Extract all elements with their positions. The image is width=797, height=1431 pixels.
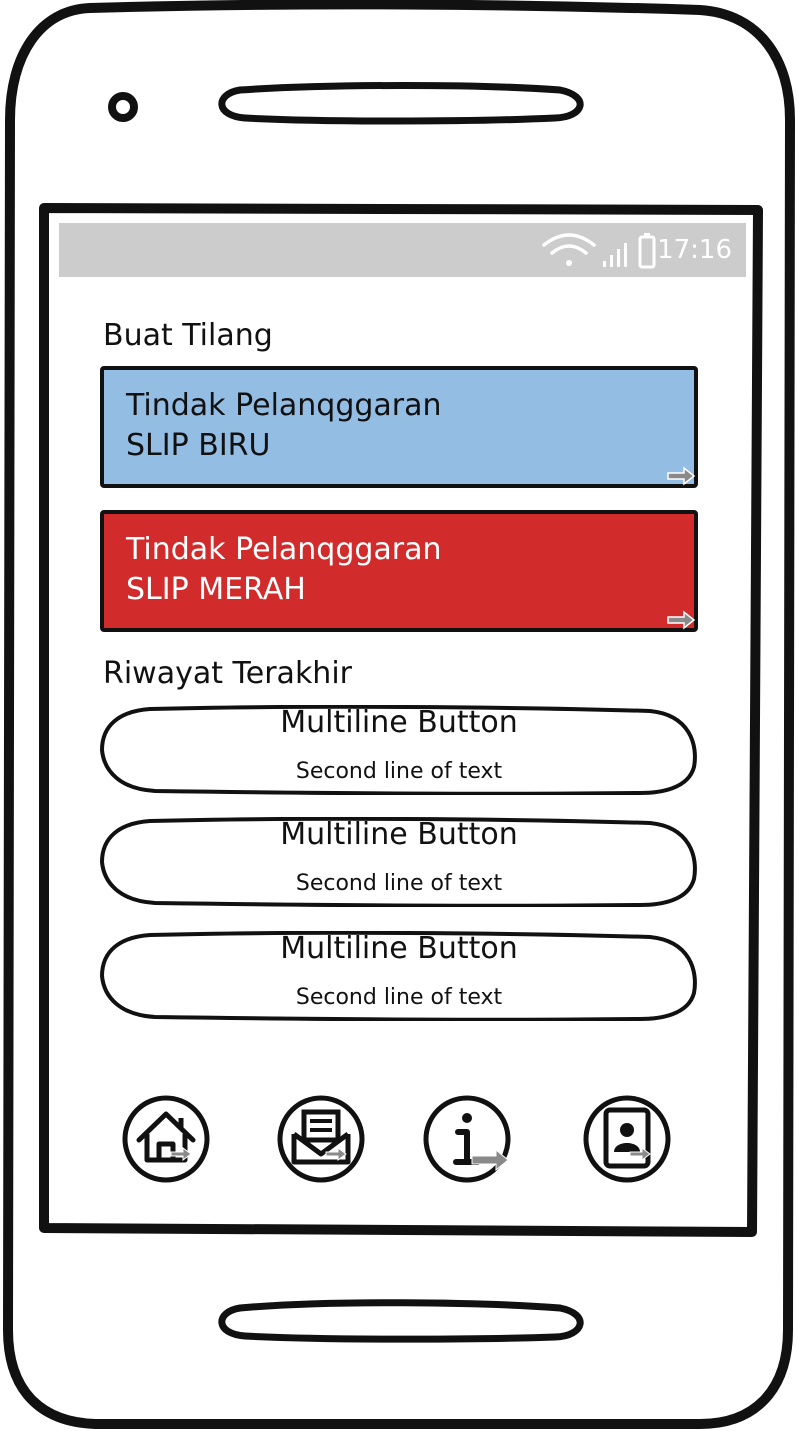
home-icon [122,1095,210,1183]
slip-red-card[interactable]: Tindak Pelanqggaran SLIP MERAH [100,510,698,632]
slip-red-line2: SLIP MERAH [126,572,306,607]
wifi-icon [542,233,596,266]
nav-contact-button[interactable] [582,1094,672,1184]
link-arrow-icon [667,466,696,486]
history-button-sublabel: Second line of text [295,985,503,1010]
contact-icon [583,1095,671,1183]
battery-icon [638,233,656,269]
history-button-label: Multiline Button [280,817,518,852]
recent-history-title: Riwayat Terakhir [103,656,352,691]
history-button[interactable]: Multiline Button Second line of text [100,931,698,1021]
signal-icon [603,243,627,267]
status-time: 17:16 [657,235,732,265]
slip-red-line1: Tindak Pelanqggaran [126,532,442,567]
history-button-sublabel: Second line of text [295,871,503,896]
history-button-label: Multiline Button [280,931,518,966]
info-icon [423,1095,511,1183]
nav-info-button[interactable] [422,1094,512,1184]
history-button[interactable]: Multiline Button Second line of text [100,705,698,795]
slip-blue-line2: SLIP BIRU [126,428,271,463]
history-button-sublabel: Second line of text [295,759,503,784]
create-ticket-title: Buat Tilang [103,318,273,353]
status-bar: 17:16 [59,223,746,277]
history-button-label: Multiline Button [280,705,518,740]
slip-blue-card[interactable]: Tindak Pelanqggaran SLIP BIRU [100,366,698,488]
link-arrow-icon [667,610,696,630]
history-button[interactable]: Multiline Button Second line of text [100,817,698,907]
slip-blue-line1: Tindak Pelanqggaran [126,388,442,423]
mail-icon [277,1095,365,1183]
nav-home-button[interactable] [121,1094,211,1184]
nav-mail-button[interactable] [276,1094,366,1184]
